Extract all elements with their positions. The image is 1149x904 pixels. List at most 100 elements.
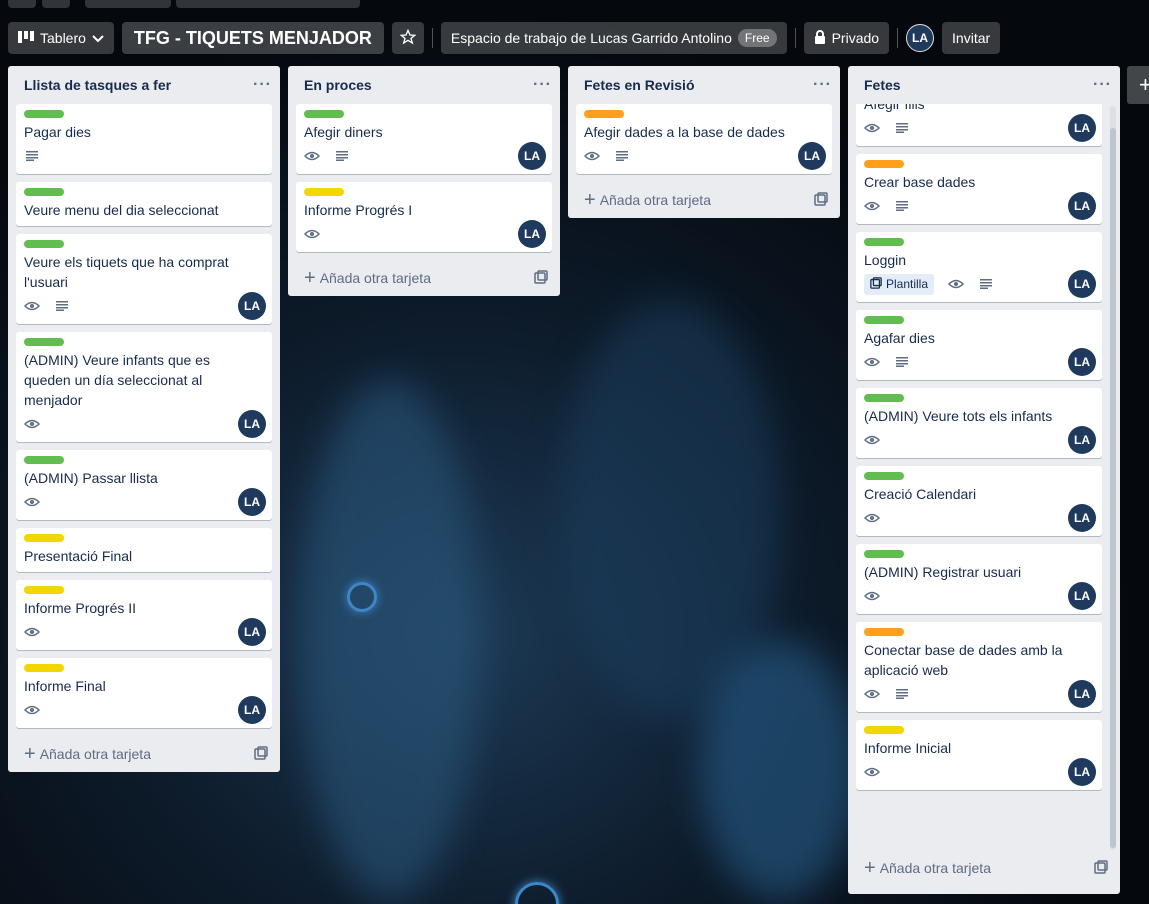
- card[interactable]: Informe Progrés II LA: [16, 580, 272, 650]
- card-label-green[interactable]: [304, 110, 344, 118]
- add-card-button[interactable]: + Añada otra tarjeta: [8, 736, 280, 772]
- card[interactable]: Conectar base de dades amb la aplicació …: [856, 622, 1102, 712]
- card-member-avatar[interactable]: LA: [518, 220, 546, 248]
- watch-eye-icon: [864, 120, 880, 136]
- card[interactable]: Loggin Plantilla LA: [856, 232, 1102, 302]
- card[interactable]: Informe Final LA: [16, 658, 272, 728]
- list-title[interactable]: En proces: [304, 77, 372, 93]
- card-label-green[interactable]: [864, 550, 904, 558]
- card[interactable]: Agafar dies LA: [856, 310, 1102, 380]
- background-bubble: [515, 882, 559, 904]
- list-menu-icon[interactable]: ···: [533, 76, 552, 94]
- card-label-yellow[interactable]: [304, 188, 344, 196]
- card-member-avatar[interactable]: LA: [1068, 582, 1096, 610]
- card-member-avatar[interactable]: LA: [238, 696, 266, 724]
- description-icon: [614, 148, 630, 164]
- card-label-green[interactable]: [24, 110, 64, 118]
- card-label-green[interactable]: [864, 316, 904, 324]
- card-label-orange[interactable]: [584, 110, 624, 118]
- card-member-avatar[interactable]: LA: [1068, 114, 1096, 142]
- card[interactable]: Afegir dades a la base de dades LA: [576, 104, 832, 174]
- card-title: Veure els tiquets que ha comprat l'usuar…: [24, 254, 229, 290]
- list-title[interactable]: Llista de tasques a fer: [24, 77, 171, 93]
- card-member-avatar[interactable]: LA: [238, 618, 266, 646]
- card-member-avatar[interactable]: LA: [1068, 680, 1096, 708]
- watch-eye-icon: [864, 198, 880, 214]
- card-member-avatar[interactable]: LA: [238, 292, 266, 320]
- card-member-avatar[interactable]: LA: [1068, 348, 1096, 376]
- add-list-button[interactable]: +: [1127, 66, 1149, 104]
- card[interactable]: Afegir fills LA: [856, 104, 1102, 146]
- list-title[interactable]: Fetes: [864, 77, 901, 93]
- card-label-yellow[interactable]: [864, 726, 904, 734]
- add-card-button[interactable]: + Añada otra tarjeta: [568, 182, 840, 218]
- card[interactable]: (ADMIN) Veure infants que es queden un d…: [16, 332, 272, 442]
- add-card-button[interactable]: + Añada otra tarjeta: [288, 260, 560, 296]
- card-label-yellow[interactable]: [24, 664, 64, 672]
- card-member-avatar[interactable]: LA: [238, 488, 266, 516]
- list-llista-de-tasques: Llista de tasques a fer ··· Pagar dies V…: [8, 66, 280, 772]
- add-card-label: Añada otra tarjeta: [319, 270, 431, 286]
- create-from-template-icon[interactable]: [254, 745, 268, 763]
- description-icon: [894, 686, 910, 702]
- create-from-template-icon[interactable]: [1094, 859, 1108, 877]
- card-label-green[interactable]: [864, 472, 904, 480]
- plus-icon: +: [304, 267, 316, 289]
- card[interactable]: Veure els tiquets que ha comprat l'usuar…: [16, 234, 272, 324]
- card[interactable]: (ADMIN) Registrar usuari LA: [856, 544, 1102, 614]
- list-menu-icon[interactable]: ···: [253, 76, 272, 94]
- member-avatar[interactable]: LA: [906, 24, 935, 52]
- card-label-green[interactable]: [24, 338, 64, 346]
- card-title: Crear base dades: [864, 174, 976, 190]
- list-title[interactable]: Fetes en Revisió: [584, 77, 695, 93]
- board-title[interactable]: TFG - TIQUETS MENJADOR: [121, 22, 384, 54]
- watch-eye-icon: [864, 432, 880, 448]
- card[interactable]: Veure menu del dia seleccionat: [16, 182, 272, 226]
- workspace-button[interactable]: Espacio de trabajo de Lucas Garrido Anto…: [440, 22, 787, 54]
- card-title: Informe Progrés II: [24, 600, 137, 616]
- card[interactable]: (ADMIN) Passar llista LA: [16, 450, 272, 520]
- create-from-template-icon[interactable]: [814, 191, 828, 209]
- card[interactable]: Pagar dies: [16, 104, 272, 174]
- card-label-yellow[interactable]: [24, 534, 64, 542]
- card-title: Afegir dades a la base de dades: [584, 124, 785, 140]
- card-label-orange[interactable]: [864, 160, 904, 168]
- card-label-green[interactable]: [864, 394, 904, 402]
- list-scrollbar[interactable]: [1110, 106, 1116, 850]
- card[interactable]: Informe Progrés I LA: [296, 182, 552, 252]
- card-member-avatar[interactable]: LA: [1068, 504, 1096, 532]
- visibility-button[interactable]: Privado: [803, 22, 890, 54]
- card-label-yellow[interactable]: [24, 586, 64, 594]
- template-badge: Plantilla: [864, 273, 935, 295]
- card-title: Pagar dies: [24, 124, 91, 140]
- star-board-button[interactable]: [391, 22, 424, 54]
- card-member-avatar[interactable]: LA: [1068, 426, 1096, 454]
- create-from-template-icon[interactable]: [534, 269, 548, 287]
- card-title: (ADMIN) Passar llista: [24, 470, 158, 486]
- description-icon: [978, 276, 994, 292]
- card-member-avatar[interactable]: LA: [798, 142, 826, 170]
- view-switcher-button[interactable]: Tablero: [8, 22, 114, 54]
- add-card-button[interactable]: + Añada otra tarjeta: [848, 850, 1120, 886]
- card-label-orange[interactable]: [864, 628, 904, 636]
- card-label-green[interactable]: [24, 188, 64, 196]
- card-label-green[interactable]: [24, 456, 64, 464]
- card[interactable]: Afegir diners LA: [296, 104, 552, 174]
- card[interactable]: Crear base dades LA: [856, 154, 1102, 224]
- scrollbar-thumb[interactable]: [1110, 128, 1116, 848]
- card-member-avatar[interactable]: LA: [518, 142, 546, 170]
- card[interactable]: (ADMIN) Veure tots els infants LA: [856, 388, 1102, 458]
- card[interactable]: Informe Inicial LA: [856, 720, 1102, 790]
- card-label-green[interactable]: [864, 238, 904, 246]
- card-scroll-area: Afegir fills LA Crear base dades LA Logg…: [848, 104, 1120, 850]
- card-member-avatar[interactable]: LA: [238, 410, 266, 438]
- list-menu-icon[interactable]: ···: [813, 76, 832, 94]
- card-member-avatar[interactable]: LA: [1068, 758, 1096, 786]
- card[interactable]: Creació Calendari LA: [856, 466, 1102, 536]
- card-member-avatar[interactable]: LA: [1068, 270, 1096, 298]
- list-menu-icon[interactable]: ···: [1093, 76, 1112, 94]
- card-label-green[interactable]: [24, 240, 64, 248]
- card[interactable]: Presentació Final: [16, 528, 272, 572]
- invite-button[interactable]: Invitar: [942, 22, 1001, 54]
- card-member-avatar[interactable]: LA: [1068, 192, 1096, 220]
